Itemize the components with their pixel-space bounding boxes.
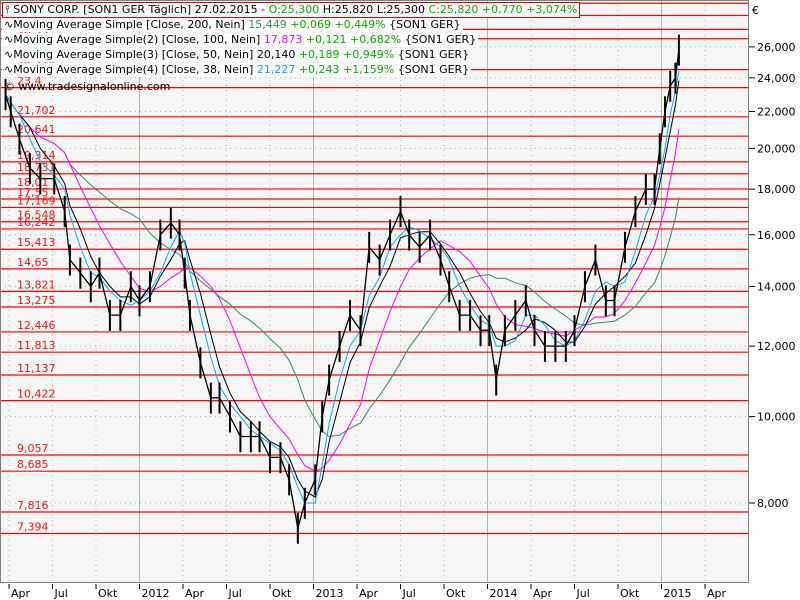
y-tick-label: 16,000 <box>757 229 796 242</box>
symbol-legend[interactable]: ⫯ SONY CORP. [SON1 GER Täglich] 27.02.20… <box>2 2 580 18</box>
indicator-pct: +0,682% <box>350 33 401 46</box>
x-tick-label: 2012 <box>142 587 170 600</box>
x-tick-label: Okt <box>620 587 640 600</box>
indicator-symbol: {SON1 GER} <box>405 33 476 46</box>
indicator-change: +0,243 <box>299 63 340 76</box>
y-tick-label: 24,000 <box>757 72 796 85</box>
change-value: +0,770 <box>482 3 523 16</box>
symbol-title: SONY CORP. [SON1 GER Täglich] 27.02.2015… <box>13 3 265 16</box>
x-tick-label: Jul <box>54 587 68 600</box>
indicator-symbol: {SON1 GER} <box>398 48 469 61</box>
y-tick-label: 26,000 <box>757 41 796 54</box>
y-tick-label: 18,000 <box>757 183 796 196</box>
y-tick-label: 12,000 <box>757 340 796 353</box>
x-tick-label: Apr <box>533 587 553 600</box>
x-tick-label: 2015 <box>664 587 692 600</box>
chart-window: 26,5524,51423,421,70220,64119,31418,7311… <box>0 0 800 600</box>
indicator-change: +0,121 <box>306 33 347 46</box>
level-label: 13,275 <box>17 294 56 307</box>
x-tick-label: Apr <box>707 587 727 600</box>
level-label: 16,242 <box>17 216 56 229</box>
level-label: 11,813 <box>17 339 56 352</box>
close-value: C:25,820 <box>429 3 479 16</box>
level-label: 7,816 <box>17 499 49 512</box>
x-tick-label: Apr <box>185 587 205 600</box>
level-label: 15,413 <box>17 236 56 249</box>
x-tick-label: Okt <box>272 587 292 600</box>
x-tick-label: Okt <box>98 587 118 600</box>
indicator-legend-ma100[interactable]: ∿Moving Average Simple(2) [Close, 100, N… <box>2 33 478 47</box>
indicator-label: Moving Average Simple(3) [Close, 50, Nei… <box>13 48 253 61</box>
indicator-change: +0,189 <box>299 48 340 61</box>
change-pct: +3,074% <box>526 3 577 16</box>
indicator-symbol: {SON1 GER} <box>389 18 460 31</box>
high-value: H:25,820 <box>323 3 373 16</box>
wave-icon: ∿ <box>4 33 13 46</box>
x-tick-label: Apr <box>359 587 379 600</box>
level-label: 13,821 <box>17 278 56 291</box>
x-tick-label: Jul <box>402 587 416 600</box>
level-label: 12,446 <box>17 319 56 332</box>
level-label: 8,685 <box>17 458 49 471</box>
x-tick-label: Jul <box>228 587 242 600</box>
currency-label: € <box>752 4 759 17</box>
level-label: 9,057 <box>17 442 49 455</box>
level-label: 17,169 <box>17 194 56 207</box>
indicator-value: 17,873 <box>264 33 303 46</box>
indicator-pct: +1,159% <box>343 63 394 76</box>
open-value: O:25,300 <box>269 3 320 16</box>
level-label: 18,731 <box>17 161 56 174</box>
x-tick-label: 2013 <box>316 587 344 600</box>
indicator-label: Moving Average Simple(4) [Close, 38, Nei… <box>13 63 253 76</box>
indicator-pct: +0,949% <box>343 48 394 61</box>
candle-icon: ⫯ <box>5 3 10 16</box>
level-label: 20,641 <box>17 123 56 136</box>
indicator-legend-ma200[interactable]: ∿Moving Average Simple [Close, 200, Nein… <box>2 18 463 32</box>
x-tick-label: Apr <box>11 587 31 600</box>
indicator-legend-ma38[interactable]: ∿Moving Average Simple(4) [Close, 38, Ne… <box>2 63 471 77</box>
level-label: 21,702 <box>17 104 56 117</box>
level-label: 14,65 <box>17 256 49 269</box>
indicator-value: 20,140 <box>257 48 296 61</box>
indicator-value: 15,449 <box>248 18 287 31</box>
x-tick-label: Okt <box>446 587 466 600</box>
watermark: © www.tradesignalonline.com <box>4 80 170 93</box>
wave-icon: ∿ <box>4 48 13 61</box>
level-label: 7,394 <box>17 520 49 533</box>
wave-icon: ∿ <box>4 18 13 31</box>
indicator-change: +0,069 <box>290 18 331 31</box>
y-tick-label: 22,000 <box>757 106 796 119</box>
indicator-value: 21,227 <box>257 63 296 76</box>
indicator-pct: +0,449% <box>334 18 385 31</box>
indicator-legend-ma50[interactable]: ∿Moving Average Simple(3) [Close, 50, Ne… <box>2 48 471 62</box>
indicator-symbol: {SON1 GER} <box>398 63 469 76</box>
x-tick-label: Jul <box>576 587 590 600</box>
y-tick-label: 20,000 <box>757 142 796 155</box>
indicator-label: Moving Average Simple [Close, 200, Nein] <box>13 18 245 31</box>
y-tick-label: 8,000 <box>757 497 789 510</box>
low-value: L:25,300 <box>377 3 425 16</box>
x-tick-label: 2014 <box>490 587 518 600</box>
y-tick-label: 10,000 <box>757 411 796 424</box>
y-tick-label: 14,000 <box>757 280 796 293</box>
level-label: 10,422 <box>17 388 56 401</box>
indicator-label: Moving Average Simple(2) [Close, 100, Ne… <box>13 33 260 46</box>
wave-icon: ∿ <box>4 63 13 76</box>
level-label: 11,137 <box>17 362 56 375</box>
